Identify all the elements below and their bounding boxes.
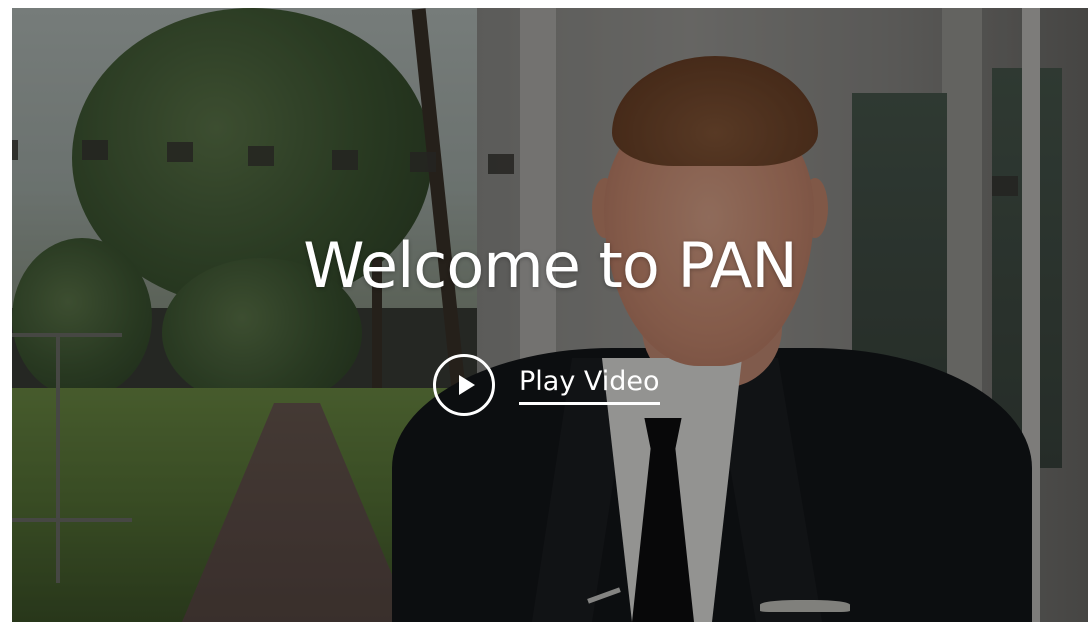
hero-title: Welcome to PAN	[303, 229, 797, 302]
video-hero: Welcome to PAN Play Video	[12, 8, 1088, 622]
play-icon[interactable]	[433, 354, 495, 416]
play-video-button[interactable]: Play Video	[433, 354, 660, 416]
play-video-label[interactable]: Play Video	[519, 365, 660, 405]
video-overlay	[12, 8, 1088, 622]
play-triangle	[458, 375, 475, 395]
